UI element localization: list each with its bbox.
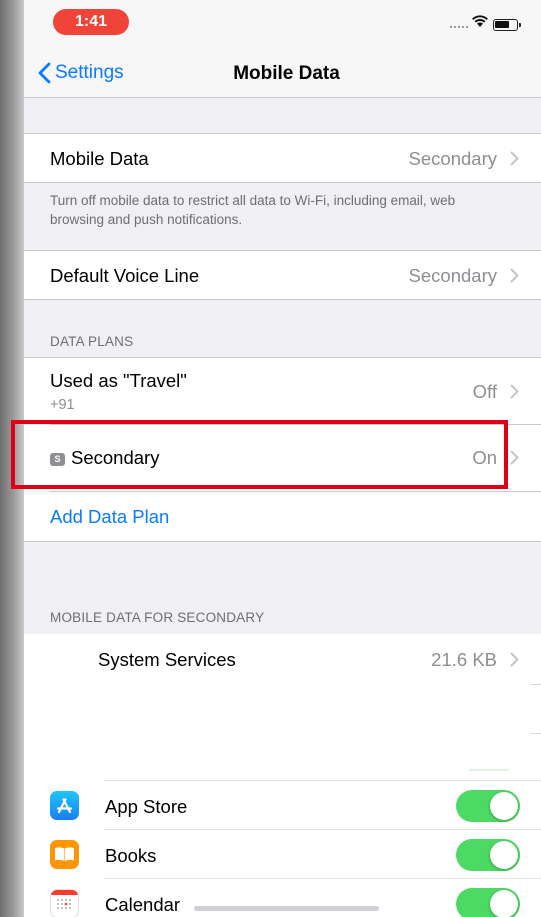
- chevron-right-icon: [510, 384, 519, 399]
- books-icon: [50, 840, 79, 869]
- plan-status: Off: [472, 381, 497, 402]
- add-data-plan-link[interactable]: Add Data Plan: [50, 506, 169, 528]
- mobile-data-row[interactable]: Mobile Data Secondary: [24, 134, 541, 182]
- divider: [24, 299, 541, 300]
- mobile-data-label: Mobile Data: [50, 148, 149, 169]
- plan-number: +91: [50, 397, 75, 413]
- system-services-label: System Services: [98, 649, 236, 670]
- default-voice-line-label: Default Voice Line: [50, 265, 200, 286]
- system-services-row[interactable]: System Services 21.6 KB: [24, 634, 541, 684]
- app-name: Books: [105, 845, 157, 866]
- app-row-app-store: App Store: [24, 781, 541, 829]
- add-data-plan-row[interactable]: Add Data Plan: [24, 492, 541, 541]
- navigation-bar: Settings Mobile Data: [24, 44, 541, 98]
- data-plans-header: DATA PLANS: [50, 334, 134, 349]
- default-voice-line-value: Secondary: [408, 265, 497, 286]
- default-voice-line-row[interactable]: Default Voice Line Secondary: [24, 251, 541, 299]
- chevron-right-icon: [510, 652, 519, 667]
- wifi-icon: [472, 15, 488, 27]
- chevron-right-icon: [510, 268, 519, 283]
- divider: [24, 182, 541, 183]
- mobile-data-value: Secondary: [408, 148, 497, 169]
- calendar-toggle[interactable]: [456, 888, 520, 917]
- system-services-value: 21.6 KB: [431, 649, 497, 670]
- app-name: Calendar: [105, 894, 181, 915]
- calendar-icon: [50, 889, 79, 917]
- app-store-toggle[interactable]: [456, 790, 520, 822]
- app-store-icon: [50, 791, 79, 820]
- battery-icon: [493, 19, 521, 31]
- page-title: Mobile Data: [233, 63, 340, 84]
- highlight-box: [11, 420, 508, 489]
- chevron-right-icon: [510, 151, 519, 166]
- status-bar: 1:41: [24, 0, 541, 44]
- app-name: App Store: [105, 796, 188, 817]
- cellular-signal-icon: [450, 26, 468, 29]
- app-row-books: Books: [24, 830, 541, 878]
- mobile-data-usage-header: MOBILE DATA FOR SECONDARY: [50, 610, 265, 625]
- books-toggle[interactable]: [456, 839, 520, 871]
- mobile-data-footer-note: Turn off mobile data to restrict all dat…: [50, 193, 456, 227]
- data-plan-row-travel[interactable]: Used as "Travel" +91 Off: [24, 358, 541, 424]
- divider: [531, 684, 541, 685]
- home-indicator: [194, 906, 379, 911]
- divider: [24, 541, 541, 542]
- app-row-calendar: Calendar: [24, 879, 541, 917]
- status-time: 1:41: [53, 9, 129, 35]
- plan-label: Used as "Travel": [50, 370, 187, 391]
- divider: [469, 769, 509, 771]
- chevron-right-icon: [510, 450, 519, 465]
- divider: [531, 733, 541, 734]
